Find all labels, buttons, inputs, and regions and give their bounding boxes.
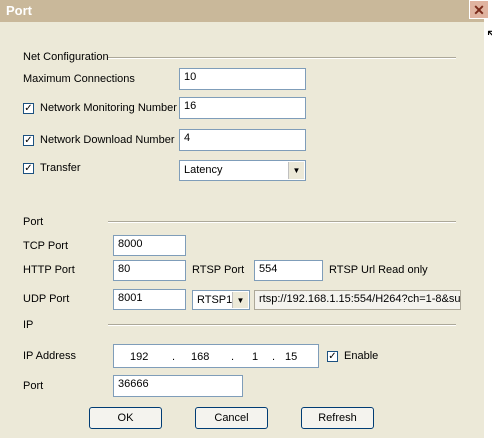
- net-config-group-label: Net Configuration: [23, 51, 109, 63]
- ip-divider: [108, 324, 456, 326]
- udp-port-input[interactable]: 8001: [113, 289, 186, 310]
- transfer-label: Transfer: [40, 162, 81, 174]
- download-input[interactable]: 4: [179, 129, 306, 151]
- close-glyph: ✕: [473, 1, 485, 18]
- chevron-down-icon[interactable]: ▼: [232, 292, 248, 308]
- monitoring-input[interactable]: 16: [179, 97, 306, 119]
- http-port-label: HTTP Port: [23, 264, 75, 276]
- net-config-divider: [108, 57, 456, 59]
- title-bar[interactable]: Port: [0, 0, 484, 22]
- transfer-select[interactable]: Latency ▼: [179, 160, 306, 181]
- ip-port-label: Port: [23, 380, 44, 392]
- ip-address-label: IP Address: [23, 350, 76, 362]
- ip-octet-1[interactable]: 192: [130, 351, 148, 363]
- enable-label: Enable: [344, 350, 379, 362]
- chevron-down-icon[interactable]: ▼: [288, 162, 304, 179]
- rtsp-port-label: RTSP Port: [192, 264, 245, 276]
- rtsp-channel-select-value: RTSP1: [197, 294, 233, 306]
- ip-group-label: IP: [23, 319, 34, 331]
- checkmark-icon: ✓: [24, 134, 33, 146]
- rtsp-channel-select[interactable]: RTSP1 ▼: [192, 290, 250, 310]
- ip-address-input[interactable]: 192 . 168 . 1 . 15: [113, 344, 319, 368]
- transfer-select-value: Latency: [184, 164, 223, 176]
- rtsp-url-field[interactable]: rtsp://192.168.1.15:554/H264?ch=1-8&su: [254, 290, 461, 310]
- ip-octet-3[interactable]: 1: [252, 351, 258, 363]
- download-checkbox[interactable]: ✓: [23, 135, 34, 146]
- checkmark-icon: ✓: [24, 162, 33, 174]
- ip-dot-separator: .: [272, 351, 276, 363]
- port-group-label: Port: [23, 216, 44, 228]
- rtsp-url-note: RTSP Url Read only: [329, 264, 428, 276]
- ok-button[interactable]: OK: [89, 407, 162, 429]
- ip-octet-4[interactable]: 15: [285, 351, 297, 363]
- mouse-pointer-icon: ↖: [486, 26, 492, 42]
- ip-octet-2[interactable]: 168: [191, 351, 209, 363]
- ip-dot-separator: .: [231, 351, 235, 363]
- rtsp-port-input[interactable]: 554: [254, 260, 323, 281]
- http-port-input[interactable]: 80: [113, 260, 186, 281]
- ip-dot-separator: .: [172, 351, 176, 363]
- checkmark-icon: ✓: [328, 350, 337, 362]
- port-dialog: Port Net Configuration Maximum Connectio…: [0, 0, 484, 438]
- download-label: Network Download Number: [40, 134, 175, 146]
- refresh-button[interactable]: Refresh: [301, 407, 374, 429]
- monitoring-checkbox[interactable]: ✓: [23, 103, 34, 114]
- tcp-port-input[interactable]: 8000: [113, 235, 186, 256]
- udp-port-label: UDP Port: [23, 293, 70, 305]
- monitoring-label: Network Monitoring Number: [40, 102, 177, 114]
- max-connections-input[interactable]: 10: [179, 68, 306, 90]
- port-divider: [108, 221, 456, 223]
- close-icon[interactable]: ✕: [469, 0, 489, 19]
- window-title: Port: [6, 3, 32, 18]
- checkmark-icon: ✓: [24, 102, 33, 114]
- ip-port-input[interactable]: 36666: [113, 375, 243, 397]
- enable-checkbox[interactable]: ✓: [327, 351, 338, 362]
- tcp-port-label: TCP Port: [23, 240, 69, 252]
- transfer-checkbox[interactable]: ✓: [23, 163, 34, 174]
- cancel-button[interactable]: Cancel: [195, 407, 268, 429]
- max-connections-label: Maximum Connections: [23, 73, 135, 85]
